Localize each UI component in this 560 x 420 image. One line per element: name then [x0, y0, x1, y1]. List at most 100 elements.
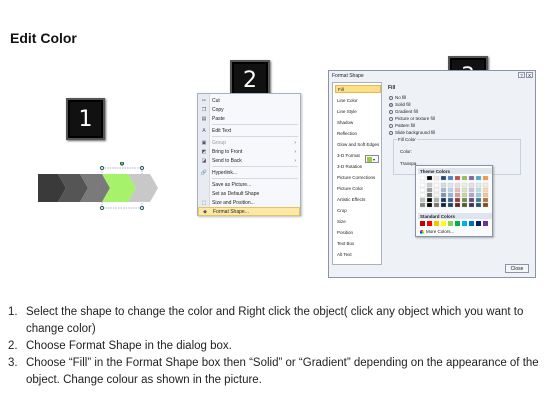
theme-swatch[interactable] — [454, 187, 461, 193]
category-size[interactable]: Size — [335, 217, 381, 225]
theme-swatch[interactable] — [426, 202, 433, 208]
theme-swatch[interactable] — [433, 182, 440, 188]
theme-swatch[interactable] — [440, 187, 447, 193]
theme-swatch[interactable] — [420, 192, 426, 198]
menu-item-bring-to-front[interactable]: ◩ Bring to Front › — [198, 147, 300, 156]
radio-picture-fill[interactable]: Picture or texture fill — [389, 116, 435, 121]
standard-color-row[interactable] — [420, 221, 490, 227]
theme-swatch[interactable] — [433, 187, 440, 193]
theme-swatch[interactable] — [426, 192, 433, 198]
radio-pattern-fill[interactable]: Pattern fill — [389, 123, 415, 128]
theme-swatch[interactable] — [454, 182, 461, 188]
radio-slide-bg-fill[interactable]: Slide background fill — [389, 130, 435, 135]
menu-item-format-shape[interactable]: ◆ Format Shape... — [198, 207, 300, 216]
theme-swatch[interactable] — [440, 176, 447, 181]
theme-swatch[interactable] — [482, 176, 489, 181]
category-picture-corrections[interactable]: Picture Corrections — [335, 173, 381, 181]
standard-swatch[interactable] — [462, 221, 467, 226]
standard-swatch[interactable] — [469, 221, 474, 226]
theme-swatch[interactable] — [468, 182, 475, 188]
theme-swatch[interactable] — [447, 176, 454, 181]
theme-swatch[interactable] — [475, 197, 482, 203]
theme-swatch[interactable] — [475, 187, 482, 193]
theme-swatch[interactable] — [420, 176, 426, 181]
category-alt-text[interactable]: Alt Text — [335, 250, 381, 258]
theme-swatch[interactable] — [426, 182, 433, 188]
theme-swatch[interactable] — [454, 202, 461, 208]
theme-swatch[interactable] — [433, 197, 440, 203]
theme-swatch[interactable] — [420, 202, 426, 208]
theme-swatch[interactable] — [447, 187, 454, 193]
theme-swatch[interactable] — [440, 202, 447, 208]
theme-swatch[interactable] — [468, 202, 475, 208]
color-dropdown-button[interactable]: ▾ — [365, 155, 379, 163]
standard-swatch[interactable] — [448, 221, 453, 226]
theme-swatch[interactable] — [482, 182, 489, 188]
theme-swatch[interactable] — [440, 192, 447, 198]
theme-swatch[interactable] — [440, 182, 447, 188]
theme-swatch[interactable] — [482, 202, 489, 208]
more-colors-item[interactable]: More Colors... — [420, 229, 454, 234]
theme-swatch[interactable] — [482, 187, 489, 193]
theme-swatch[interactable] — [420, 182, 426, 188]
theme-swatch[interactable] — [454, 192, 461, 198]
close-button[interactable]: Close — [505, 264, 529, 273]
category-reflection[interactable]: Reflection — [335, 129, 381, 137]
theme-swatch[interactable] — [454, 197, 461, 203]
theme-swatch[interactable] — [468, 176, 475, 181]
category-shadow[interactable]: Shadow — [335, 118, 381, 126]
standard-swatch[interactable] — [476, 221, 481, 226]
standard-swatch[interactable] — [441, 221, 446, 226]
close-x-button[interactable]: X — [526, 72, 533, 78]
theme-swatch[interactable] — [475, 192, 482, 198]
theme-swatch[interactable] — [468, 197, 475, 203]
theme-swatch[interactable] — [433, 192, 440, 198]
theme-swatch[interactable] — [482, 197, 489, 203]
theme-swatch[interactable] — [461, 187, 468, 193]
radio-no-fill[interactable]: No fill — [389, 95, 406, 100]
theme-swatch[interactable] — [420, 187, 426, 193]
category-line-style[interactable]: Line Style — [335, 107, 381, 115]
theme-swatch[interactable] — [440, 197, 447, 203]
menu-item-group[interactable]: ▣ Group › — [198, 138, 300, 147]
theme-swatch[interactable] — [447, 202, 454, 208]
theme-swatch[interactable] — [461, 182, 468, 188]
category-3d-rotation[interactable]: 3-D Rotation — [335, 162, 381, 170]
category-position[interactable]: Position — [335, 228, 381, 236]
theme-color-grid[interactable] — [420, 176, 490, 212]
theme-swatch[interactable] — [433, 176, 440, 181]
category-line-color[interactable]: Line Color — [335, 96, 381, 104]
theme-swatch[interactable] — [426, 197, 433, 203]
theme-swatch[interactable] — [447, 197, 454, 203]
standard-swatch[interactable] — [420, 221, 425, 226]
theme-swatch[interactable] — [468, 192, 475, 198]
theme-swatch[interactable] — [433, 202, 440, 208]
help-button[interactable]: ? — [518, 72, 525, 78]
theme-swatch[interactable] — [447, 192, 454, 198]
menu-item-size-position[interactable]: ⬚ Size and Position... — [198, 198, 300, 207]
theme-swatch[interactable] — [426, 176, 433, 181]
menu-item-paste[interactable]: ▤ Paste — [198, 114, 300, 123]
theme-swatch[interactable] — [475, 182, 482, 188]
theme-swatch[interactable] — [461, 192, 468, 198]
theme-swatch[interactable] — [426, 187, 433, 193]
theme-swatch[interactable] — [475, 176, 482, 181]
theme-swatch[interactable] — [461, 202, 468, 208]
category-picture-color[interactable]: Picture Color — [335, 184, 381, 192]
menu-item-cut[interactable]: ✂ Cut — [198, 96, 300, 105]
menu-item-save-as-picture[interactable]: Save as Picture... — [198, 180, 300, 189]
menu-item-send-to-back[interactable]: ◪ Send to Back › — [198, 156, 300, 165]
menu-item-set-default-shape[interactable]: Set as Default Shape — [198, 189, 300, 198]
category-glow[interactable]: Glow and Soft Edges — [335, 140, 381, 148]
menu-item-edit-text[interactable]: A Edit Text — [198, 126, 300, 135]
theme-swatch[interactable] — [420, 197, 426, 203]
theme-swatch[interactable] — [454, 176, 461, 181]
category-crop[interactable]: Crop — [335, 206, 381, 214]
theme-swatch[interactable] — [461, 176, 468, 181]
standard-swatch[interactable] — [434, 221, 439, 226]
theme-swatch[interactable] — [461, 197, 468, 203]
standard-swatch[interactable] — [427, 221, 432, 226]
category-fill[interactable]: Fill — [335, 85, 381, 93]
category-artistic-effects[interactable]: Artistic Effects — [335, 195, 381, 203]
radio-solid-fill[interactable]: Solid fill — [389, 102, 411, 107]
